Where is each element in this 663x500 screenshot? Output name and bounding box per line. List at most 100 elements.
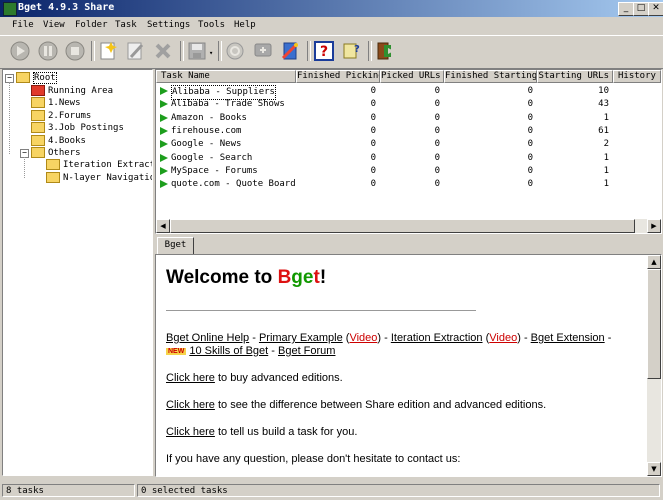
finished-starting-cell: 0 [527, 99, 533, 110]
tree-item-books[interactable]: 4.Books [31, 135, 86, 147]
scroll-right-icon[interactable]: ▶ [647, 219, 661, 233]
primary-example-link[interactable]: Primary Example [259, 332, 343, 344]
picked-urls-cell: 0 [434, 86, 440, 96]
tree-item-n-layer-navigation[interactable]: N-layer Navigation [46, 172, 152, 184]
task-play-icon[interactable] [160, 166, 168, 175]
column-header-finished-starting[interactable]: Finished Starting [444, 70, 537, 83]
task-name-cell: MySpace - Forums [171, 165, 258, 176]
finished-starting-cell: 0 [527, 179, 533, 190]
maximize-button[interactable]: □ [633, 2, 649, 16]
vertical-scrollbar[interactable]: ▲ ▼ [647, 255, 661, 476]
stop-icon[interactable] [64, 40, 86, 62]
wizard-icon[interactable] [279, 40, 301, 62]
table-row[interactable]: Amazon - Books 0 0 0 1 [156, 112, 661, 125]
primary-example-video-link[interactable]: Video [349, 332, 377, 344]
task-play-icon[interactable] [160, 180, 168, 189]
column-header-task-name[interactable]: Task Name [156, 70, 296, 83]
task-play-icon[interactable] [160, 100, 168, 109]
tree-item-news[interactable]: 1.News [31, 97, 81, 109]
bget-extension-link[interactable]: Bget Extension [531, 332, 605, 344]
ten-skills-link[interactable]: 10 Skills of Bget [189, 345, 268, 357]
table-row[interactable]: Google - Search 0 0 0 1 [156, 152, 661, 165]
links-line-1: Bget Online Help - Primary Example (Vide… [166, 332, 612, 344]
menu-bar: File View Folder Task Settings Tools Hel… [0, 17, 663, 35]
scroll-up-icon[interactable]: ▲ [647, 255, 661, 269]
new-task-icon[interactable] [97, 40, 119, 62]
welcome-heading: Welcome to Bget! [166, 267, 327, 288]
tab-strip: Bget [155, 236, 660, 255]
exit-icon[interactable] [374, 40, 396, 62]
table-row[interactable]: Alibaba - Suppliers 0 0 0 10 [156, 85, 661, 100]
tree-item-job-postings[interactable]: 3.Job Postings [31, 122, 124, 134]
iteration-video-link[interactable]: Video [489, 332, 517, 344]
iteration-extraction-link[interactable]: Iteration Extraction [391, 332, 483, 344]
start-icon[interactable] [9, 40, 31, 62]
close-button[interactable]: ✕ [648, 2, 663, 16]
folder-icon [46, 159, 60, 170]
difference-click-here-link[interactable]: Click here [166, 399, 215, 411]
browse-icon[interactable] [224, 40, 246, 62]
edit-task-icon[interactable] [124, 40, 146, 62]
task-play-icon[interactable] [160, 113, 168, 122]
finished-starting-cell: 0 [527, 165, 533, 176]
horizontal-scrollbar[interactable]: ◀ ▶ [156, 219, 661, 233]
menu-help[interactable]: Help [234, 20, 256, 30]
menu-settings[interactable]: Settings [147, 20, 190, 30]
starting-urls-cell: 1 [603, 179, 609, 190]
save-dropdown-icon[interactable]: ▾ [209, 49, 213, 57]
task-list[interactable]: Task Name Finished Picking Picked URLs F… [155, 69, 662, 234]
table-row[interactable]: Google - News 0 0 0 2 [156, 138, 661, 151]
task-name-cell: Alibaba - Trade Shows [171, 99, 285, 110]
screen-icon[interactable] [252, 40, 274, 62]
tree-item-forums[interactable]: 2.Forums [31, 110, 91, 122]
task-play-icon[interactable] [160, 87, 168, 95]
column-header-finished-picking[interactable]: Finished Picking [296, 70, 380, 83]
folder-icon [46, 172, 60, 183]
tree-item-running-area[interactable]: Running Area [31, 85, 113, 97]
running-folder-icon [31, 85, 45, 96]
folder-open-icon [31, 147, 45, 158]
about-icon[interactable]: ? [341, 40, 363, 62]
bget-forum-link[interactable]: Bget Forum [278, 345, 335, 357]
tab-bget[interactable]: Bget [157, 237, 194, 255]
tree-item-iteration-extraction[interactable]: Iteration Extractio [46, 159, 152, 171]
delete-task-icon[interactable] [152, 40, 174, 62]
tree-item-others[interactable]: Others [31, 147, 81, 159]
build-task-click-here-link[interactable]: Click here [166, 426, 215, 438]
folder-icon [31, 110, 45, 121]
menu-folder[interactable]: Folder [75, 20, 108, 30]
table-row[interactable]: firehouse.com 0 0 0 61 [156, 125, 661, 138]
table-row[interactable]: Alibaba - Trade Shows 0 0 0 43 [156, 98, 661, 111]
scroll-down-icon[interactable]: ▼ [647, 462, 661, 476]
menu-tools[interactable]: Tools [198, 20, 225, 30]
save-icon[interactable] [186, 40, 208, 62]
menu-view[interactable]: View [43, 20, 65, 30]
task-play-icon[interactable] [160, 153, 168, 162]
help-icon[interactable]: ? [313, 40, 335, 62]
task-play-icon[interactable] [160, 140, 168, 149]
buy-line: Click here to buy advanced editions. [166, 372, 343, 384]
window-title: Bget 4.9.3 Share [18, 2, 115, 13]
menu-task[interactable]: Task [115, 20, 137, 30]
folder-icon [31, 97, 45, 108]
menu-file[interactable]: File [12, 20, 34, 30]
column-header-history-urls[interactable]: History U [613, 70, 661, 83]
scroll-thumb[interactable] [170, 219, 635, 233]
finished-starting-cell: 0 [527, 139, 533, 150]
difference-line: Click here to see the difference between… [166, 399, 547, 411]
column-header-picked-urls[interactable]: Picked URLs [380, 70, 444, 83]
task-play-icon[interactable] [160, 126, 168, 135]
table-row[interactable]: MySpace - Forums 0 0 0 1 [156, 165, 661, 178]
starting-urls-cell: 61 [598, 125, 609, 136]
folder-tree[interactable]: − Root Running Area 1.News 2.Forums 3.Jo… [2, 69, 153, 476]
finished-starting-cell: 0 [527, 152, 533, 163]
buy-click-here-link[interactable]: Click here [166, 372, 215, 384]
scroll-thumb[interactable] [647, 269, 661, 379]
scroll-left-icon[interactable]: ◀ [156, 219, 170, 233]
online-help-link[interactable]: Bget Online Help [166, 332, 249, 344]
pause-icon[interactable] [37, 40, 59, 62]
table-row[interactable]: quote.com - Quote Board 0 0 0 1 [156, 178, 661, 191]
tree-item-root[interactable]: Root [16, 72, 57, 84]
minimize-button[interactable]: _ [618, 2, 634, 16]
column-header-starting-urls[interactable]: Starting URLs [537, 70, 613, 83]
